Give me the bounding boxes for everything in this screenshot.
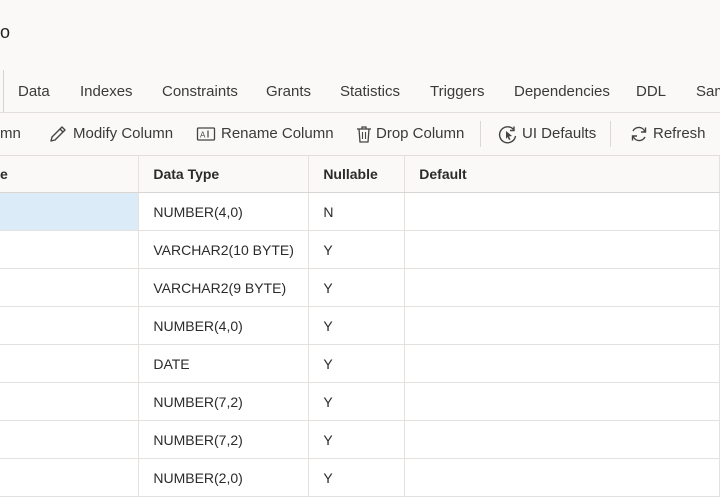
cell-column-name[interactable] <box>0 420 140 459</box>
columns-table: e Data Type Nullable Default NUMBER(4,0)… <box>0 156 720 497</box>
cell-default[interactable] <box>404 420 720 459</box>
table-row[interactable]: NUMBER(4,0) N <box>0 192 720 231</box>
rename-column-label: Rename Column <box>221 125 334 142</box>
table-row[interactable]: NUMBER(7,2) Y <box>0 420 720 459</box>
cell-nullable[interactable]: Y <box>308 268 406 307</box>
cell-column-name[interactable] <box>0 382 140 421</box>
cell-data-type[interactable]: VARCHAR2(9 BYTE) <box>138 268 310 307</box>
modify-column-button[interactable]: Modify Column <box>48 113 176 155</box>
cell-default[interactable] <box>404 268 720 307</box>
cell-nullable[interactable]: N <box>308 192 406 231</box>
cell-default[interactable] <box>404 458 720 497</box>
tab-data[interactable]: Data <box>18 70 50 112</box>
cell-nullable[interactable]: Y <box>308 420 406 459</box>
tab-grants[interactable]: Grants <box>266 70 311 112</box>
cell-default[interactable] <box>404 192 720 231</box>
table-row[interactable]: VARCHAR2(9 BYTE) Y <box>0 268 720 307</box>
table-header-row: e Data Type Nullable Default <box>0 156 720 193</box>
cell-column-name[interactable] <box>0 344 140 383</box>
cell-data-type[interactable]: NUMBER(4,0) <box>138 306 310 345</box>
cell-data-type[interactable]: DATE <box>138 344 310 383</box>
cell-column-name[interactable] <box>0 230 140 269</box>
toolbar-divider <box>480 121 481 147</box>
cell-nullable[interactable]: Y <box>308 306 406 345</box>
svg-text:A: A <box>200 131 206 140</box>
tab-columns-edge[interactable] <box>0 70 4 112</box>
drop-column-label: Drop Column <box>376 125 465 142</box>
tab-ddl[interactable]: DDL <box>636 70 666 112</box>
column-header-data-type[interactable]: Data Type <box>138 156 310 193</box>
columns-grid: e Data Type Nullable Default NUMBER(4,0)… <box>0 156 720 500</box>
toolbar: mn Modify Column A Rename Column Drop Co… <box>0 113 720 156</box>
page-title: o <box>0 22 11 42</box>
tab-dependencies[interactable]: Dependencies <box>514 70 610 112</box>
refresh-button[interactable]: Refresh <box>629 113 709 155</box>
column-header-nullable[interactable]: Nullable <box>308 156 406 193</box>
refresh-label: Refresh <box>653 125 706 142</box>
ui-defaults-label: UI Defaults <box>522 125 597 142</box>
ui-defaults-button[interactable]: UI Defaults <box>497 113 597 155</box>
tab-triggers[interactable]: Triggers <box>430 70 484 112</box>
cell-default[interactable] <box>404 344 720 383</box>
tab-statistics[interactable]: Statistics <box>340 70 400 112</box>
modify-column-label: Modify Column <box>73 125 174 142</box>
cell-data-type[interactable]: NUMBER(2,0) <box>138 458 310 497</box>
rename-column-button[interactable]: A Rename Column <box>196 113 334 155</box>
cell-data-type[interactable]: NUMBER(7,2) <box>138 420 310 459</box>
cell-column-name[interactable] <box>0 192 140 231</box>
cell-default[interactable] <box>404 306 720 345</box>
column-header-default[interactable]: Default <box>404 156 720 193</box>
cell-column-name[interactable] <box>0 306 140 345</box>
cell-data-type[interactable]: NUMBER(7,2) <box>138 382 310 421</box>
page-header: o <box>0 0 720 70</box>
cell-data-type[interactable]: VARCHAR2(10 BYTE) <box>138 230 310 269</box>
cell-nullable[interactable]: Y <box>308 344 406 383</box>
tab-constraints[interactable]: Constraints <box>162 70 238 112</box>
tab-indexes[interactable]: Indexes <box>80 70 133 112</box>
drop-column-button[interactable]: Drop Column <box>354 113 466 155</box>
table-row[interactable]: VARCHAR2(10 BYTE) Y <box>0 230 720 269</box>
cell-default[interactable] <box>404 230 720 269</box>
table-row[interactable]: NUMBER(7,2) Y <box>0 382 720 421</box>
table-row[interactable]: DATE Y <box>0 344 720 383</box>
cell-data-type[interactable]: NUMBER(4,0) <box>138 192 310 231</box>
add-column-label: mn <box>0 125 21 142</box>
column-header-name[interactable]: e <box>0 156 140 193</box>
cell-default[interactable] <box>404 382 720 421</box>
tab-sample[interactable]: Sam <box>696 70 720 112</box>
tab-bar: Data Indexes Constraints Grants Statisti… <box>0 70 720 113</box>
table-row[interactable]: NUMBER(4,0) Y <box>0 306 720 345</box>
toolbar-divider <box>610 121 611 147</box>
add-column-button[interactable]: mn <box>0 113 30 155</box>
cell-nullable[interactable]: Y <box>308 230 406 269</box>
table-row[interactable]: NUMBER(2,0) Y <box>0 458 720 497</box>
cell-column-name[interactable] <box>0 268 140 307</box>
cell-nullable[interactable]: Y <box>308 382 406 421</box>
cell-column-name[interactable] <box>0 458 140 497</box>
cell-nullable[interactable]: Y <box>308 458 406 497</box>
